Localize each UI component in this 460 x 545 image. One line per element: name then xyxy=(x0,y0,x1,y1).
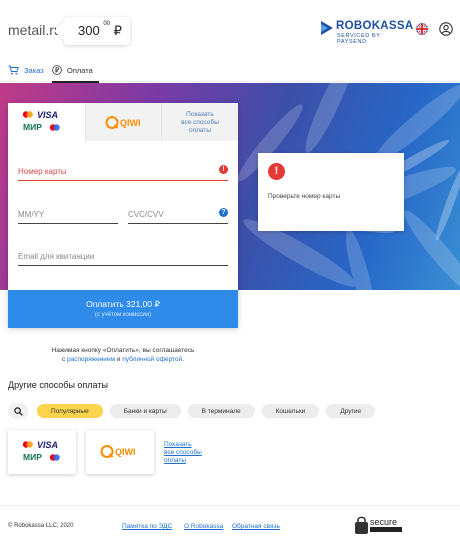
help-icon[interactable]: ? xyxy=(219,208,228,217)
pay-button-sublabel: (с учётом комиссии) xyxy=(94,312,152,318)
ruble-circle-icon xyxy=(52,65,62,75)
footer-link-about[interactable]: О Robokassa xyxy=(184,523,223,530)
expiry-field xyxy=(18,204,118,224)
tab-qiwi[interactable]: QIWI xyxy=(84,103,162,141)
search-icon xyxy=(14,406,23,416)
brand-subtitle: SERVICED BY PAYSEND xyxy=(337,33,381,45)
alert-exclamation-icon: ! xyxy=(268,163,285,180)
footer-link-feedback[interactable]: Обратная связь xyxy=(232,523,280,530)
error-icon: ! xyxy=(219,165,228,174)
cart-icon xyxy=(8,65,19,75)
uk-flag-icon[interactable] xyxy=(416,23,428,35)
header: metail.ru 300 00 ₽ ROBOKASSA SERVICED BY… xyxy=(0,0,460,60)
brand-name: ROBOKASSA xyxy=(336,20,414,32)
cvc-input[interactable] xyxy=(128,206,228,224)
tab-order-label: Заказ xyxy=(24,65,44,75)
svg-text:QIWI: QIWI xyxy=(115,447,136,457)
method-filter-chips: Популярные Банки и карты В терминале Кош… xyxy=(37,404,376,418)
tab-show-all-methods[interactable]: Показать все способы оплаты xyxy=(161,103,238,141)
pay-button[interactable]: Оплатить 321,00 ₽ (с учётом комиссии) xyxy=(8,290,238,328)
order-link[interactable]: распоряжением xyxy=(67,356,115,363)
expiry-input[interactable] xyxy=(18,206,118,224)
robokassa-logo-icon xyxy=(321,21,333,35)
consent-line1: Нажимая кнопку «Оплатить», вы соглашаете… xyxy=(51,347,195,354)
email-field xyxy=(18,246,228,266)
badge-text: secure xyxy=(370,517,397,527)
user-account-icon[interactable] xyxy=(439,22,453,36)
consent-text: Нажимая кнопку «Оплатить», вы соглашаете… xyxy=(8,346,238,364)
card-brands-icon: VISA МИР xyxy=(22,440,60,462)
footer: © Robokassa LLC, 2020 Памятка по ЭДС О R… xyxy=(0,505,460,545)
currency: ₽ xyxy=(113,23,122,38)
search-button[interactable] xyxy=(8,403,28,419)
consent-line2: с распоряжением и публичной офертой. xyxy=(61,356,185,363)
qiwi-icon: QIWI xyxy=(100,445,136,458)
payment-method-tabs: VISA МИР QIWI Показать все способы оплаты xyxy=(8,103,238,141)
copyright: © Robokassa LLC, 2020 xyxy=(8,523,74,529)
method-card-tile[interactable]: VISA МИР xyxy=(8,430,76,474)
card-brands-icon: VISA МИР xyxy=(22,110,60,132)
chip-terminal[interactable]: В терминале xyxy=(187,404,255,418)
robokassa-logo[interactable]: ROBOKASSA SERVICED BY PAYSEND xyxy=(321,20,413,45)
secure-lock-icon: secure xyxy=(355,516,402,534)
show-all-methods-link[interactable]: Показать все способы оплаты xyxy=(164,441,202,465)
chip-other[interactable]: Другие xyxy=(326,404,376,418)
tab-card-payment[interactable]: VISA МИР xyxy=(8,103,85,141)
svg-text:МИР: МИР xyxy=(23,452,42,462)
checkout-tabs: Заказ Оплата xyxy=(0,58,460,83)
tab-payment[interactable]: Оплата xyxy=(52,58,99,83)
svg-text:QIWI: QIWI xyxy=(120,118,141,128)
email-input[interactable] xyxy=(18,248,228,266)
amount-cents: 00 xyxy=(103,20,111,27)
svg-text:МИР: МИР xyxy=(23,122,42,132)
globalsign-secure-badge: secure xyxy=(354,516,406,536)
alert-text: Проверьте номер карты xyxy=(268,193,341,200)
cvc-field: ? xyxy=(128,204,228,224)
show-all-methods-label: Показать все способы оплаты xyxy=(181,111,219,134)
svg-text:VISA: VISA xyxy=(37,440,58,450)
offer-link[interactable]: публичной офертой xyxy=(122,356,182,363)
error-alert: ! Проверьте номер карты xyxy=(258,153,404,231)
chip-banks-cards[interactable]: Банки и карты xyxy=(109,404,181,418)
chip-wallets[interactable]: Кошельки xyxy=(261,404,320,418)
card-number-input[interactable] xyxy=(18,163,228,181)
card-number-field: ! xyxy=(18,161,228,181)
qiwi-icon: QIWI xyxy=(105,116,141,129)
chip-popular[interactable]: Популярные xyxy=(37,404,103,418)
amount-main: 300 xyxy=(78,23,100,38)
pay-button-label: Оплатить 321,00 ₽ xyxy=(86,299,160,309)
amount-tag: 300 00 ₽ xyxy=(64,17,130,45)
method-qiwi-tile[interactable]: QIWI xyxy=(86,430,154,474)
footer-link-eds[interactable]: Памятка по ЭДС xyxy=(122,523,172,530)
tab-order[interactable]: Заказ xyxy=(8,58,44,82)
svg-text:VISA: VISA xyxy=(37,110,58,120)
other-methods-title: Другие способы оплаты xyxy=(8,380,108,390)
tab-payment-label: Оплата xyxy=(67,65,93,75)
